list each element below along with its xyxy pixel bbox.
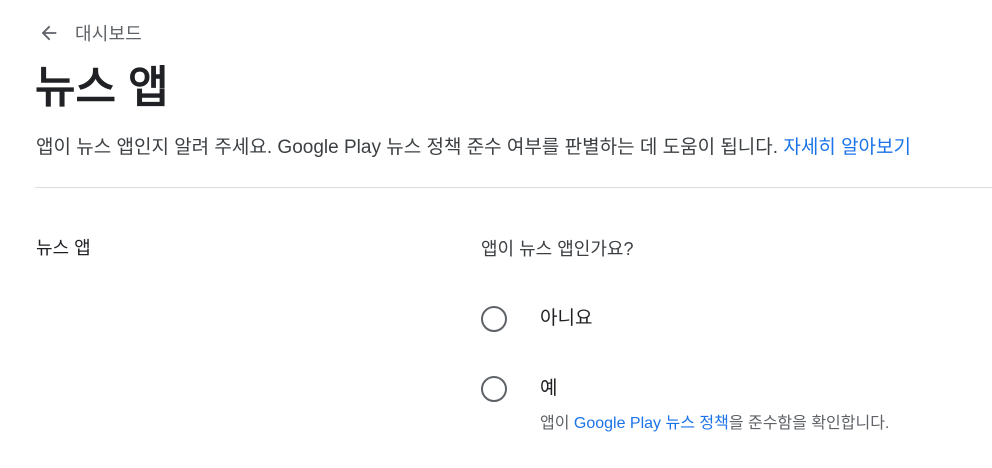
option-yes-sub-prefix: 앱이 — [540, 415, 574, 432]
arrow-back-icon — [37, 21, 61, 45]
question-label: 앱이 뉴스 앱인가요? — [481, 239, 634, 259]
back-label: 대시보드 — [75, 24, 143, 44]
page-title: 뉴스 앱 — [35, 63, 169, 112]
option-yes-description: 앱이 Google Play 뉴스 정책을 준수함을 확인합니다. — [540, 409, 889, 433]
option-yes-sub-suffix: 을 준수함을 확인합니다. — [728, 415, 890, 432]
option-yes-label: 예 — [540, 378, 558, 399]
option-no[interactable]: 아니요 — [481, 306, 592, 333]
back-to-dashboard-link[interactable]: 대시보드 — [37, 20, 142, 46]
page-description: 앱이 뉴스 앱인지 알려 주세요. Google Play 뉴스 정책 준수 여… — [36, 134, 972, 162]
section-label: 뉴스 앱 — [36, 238, 91, 258]
radio-yes[interactable] — [481, 376, 507, 402]
option-yes[interactable]: 예 앱이 Google Play 뉴스 정책을 준수함을 확인합니다. — [481, 376, 889, 433]
description-text: 앱이 뉴스 앱인지 알려 주세요. Google Play 뉴스 정책 준수 여… — [36, 137, 779, 158]
news-policy-link[interactable]: Google Play 뉴스 정책 — [574, 415, 729, 432]
option-yes-text: 예 앱이 Google Play 뉴스 정책을 준수함을 확인합니다. — [540, 376, 889, 433]
option-no-label: 아니요 — [540, 308, 593, 329]
learn-more-link[interactable]: 자세히 알아보기 — [783, 137, 911, 158]
divider — [35, 187, 992, 188]
radio-no[interactable] — [481, 306, 507, 332]
